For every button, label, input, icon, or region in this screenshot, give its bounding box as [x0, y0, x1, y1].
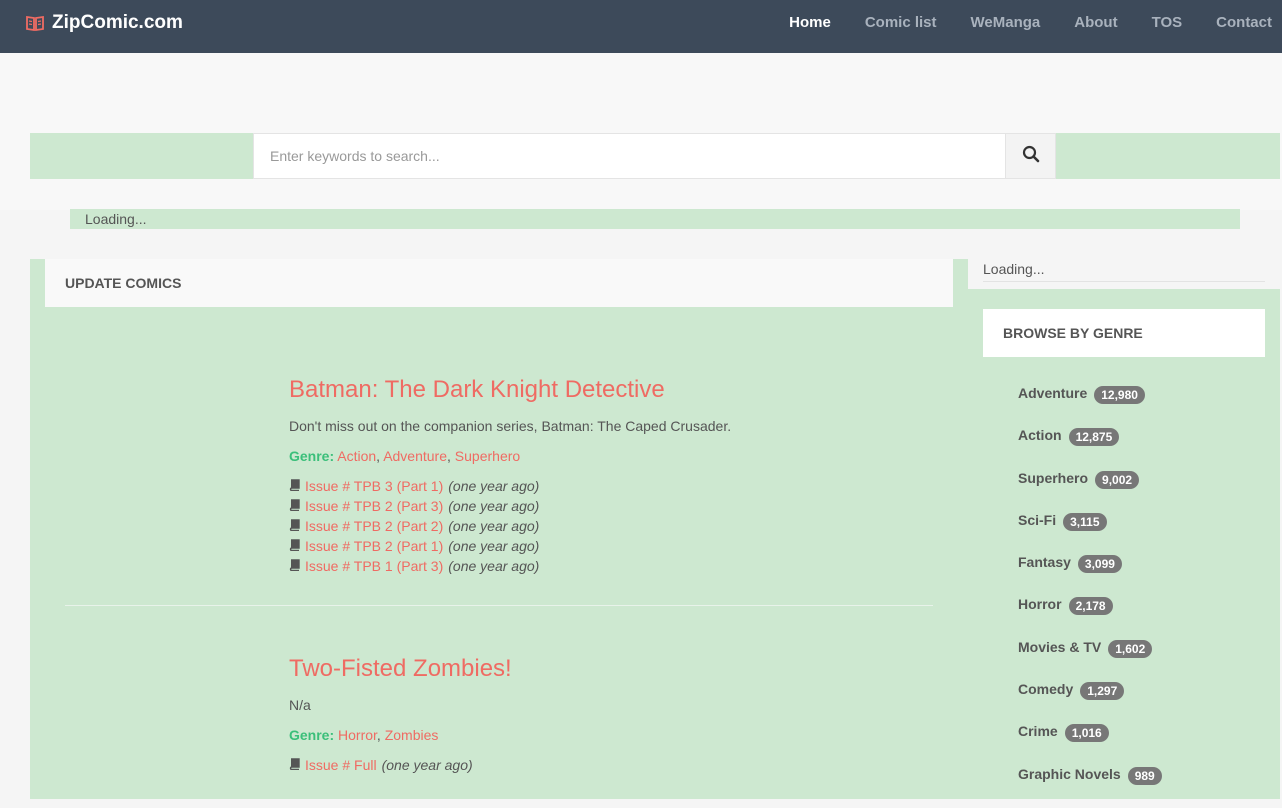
comic-description: N/a — [289, 697, 311, 713]
genre-link-zombies[interactable]: Zombies — [385, 727, 439, 743]
count-badge: 1,602 — [1108, 639, 1153, 658]
genre-item-movies-tv[interactable]: Movies & TV 1,602 — [1018, 639, 1162, 681]
issue-link[interactable]: Issue # TPB 2 (Part 3) — [305, 496, 443, 516]
nav-link-tos[interactable]: TOS — [1152, 14, 1183, 31]
issue-link[interactable]: Issue # TPB 1 (Part 3) — [305, 556, 443, 576]
count-badge: 3,099 — [1077, 555, 1122, 574]
genre-link-adventure[interactable]: Adventure — [383, 448, 447, 464]
genre-item-horror[interactable]: Horror 2,178 — [1018, 596, 1162, 638]
issue-row: Issue # TPB 2 (Part 1) (one year ago) — [289, 536, 731, 556]
count-badge: 3,115 — [1063, 512, 1107, 531]
nav-link-home[interactable]: Home — [789, 14, 831, 31]
genre-name: Crime — [1018, 723, 1058, 740]
issue-link[interactable]: Issue # TPB 3 (Part 1) — [305, 476, 443, 496]
genre-item-adventure[interactable]: Adventure 12,980 — [1018, 385, 1162, 427]
count-badge: 2,178 — [1068, 597, 1113, 616]
genre-name: Action — [1018, 427, 1062, 444]
issue-time: (one year ago) — [448, 498, 540, 514]
issue-link[interactable]: Issue # Full — [305, 755, 377, 775]
genre-item-comedy[interactable]: Comedy 1,297 — [1018, 681, 1162, 723]
issue-time: (one year ago) — [448, 518, 540, 534]
top-navbar: ZipComic.com Home Comic list WeManga Abo… — [0, 0, 1282, 53]
count-badge: 1,016 — [1064, 724, 1109, 743]
issue-row: Issue # TPB 2 (Part 2) (one year ago) — [289, 516, 731, 536]
issue-time: (one year ago) — [448, 478, 540, 494]
genre-label: Genre: — [289, 727, 335, 743]
genre-name: Adventure — [1018, 385, 1088, 401]
loading-bar: Loading... — [70, 209, 1240, 229]
genre-name: Fantasy — [1018, 554, 1071, 571]
sidebar-genre-title: BROWSE BY GENRE — [983, 309, 1265, 357]
genre-label: Genre: — [289, 448, 335, 464]
issue-list: Issue # TPB 3 (Part 1) (one year ago) Is… — [289, 476, 731, 576]
section-title-update-comics: UPDATE COMICS — [45, 259, 953, 307]
comic-entry: Batman: The Dark Knight Detective Don't … — [289, 376, 731, 576]
comic-divider — [65, 605, 933, 606]
count-badge: 9,002 — [1095, 470, 1140, 489]
book-icon — [289, 516, 300, 536]
genre-name: Sci-Fi — [1018, 511, 1057, 528]
brand-name: ZipComic.com — [52, 12, 183, 33]
genre-link-action[interactable]: Action — [337, 448, 376, 464]
issue-row: Issue # TPB 3 (Part 1) (one year ago) — [289, 476, 731, 496]
genre-list: Adventure 12,980 Action 12,875 Superhero 9,… — [1018, 385, 1162, 808]
genre-name: Superhero — [1018, 469, 1089, 486]
comic-entry: Two-Fisted Zombies! N/a Genre: Horror, Z… — [289, 655, 512, 775]
comic-title-link[interactable]: Batman: The Dark Knight Detective — [289, 376, 731, 404]
book-icon — [26, 15, 44, 31]
nav-link-contact[interactable]: Contact — [1216, 14, 1272, 31]
genre-item-superhero[interactable]: Superhero 9,002 — [1018, 470, 1162, 512]
issue-list: Issue # Full (one year ago) — [289, 755, 512, 775]
nav-link-wemanga[interactable]: WeManga — [971, 14, 1041, 31]
issue-row: Issue # TPB 2 (Part 3) (one year ago) — [289, 496, 731, 516]
issue-time: (one year ago) — [448, 558, 540, 574]
genre-name: Graphic Novels — [1018, 765, 1121, 782]
issue-row: Issue # Full (one year ago) — [289, 755, 512, 775]
genre-item-crime[interactable]: Crime 1,016 — [1018, 723, 1162, 765]
count-badge: 1,297 — [1080, 682, 1125, 701]
comic-description: Don't miss out on the companion series, … — [289, 418, 732, 434]
issue-time: (one year ago) — [448, 538, 540, 554]
comic-title-link[interactable]: Two-Fisted Zombies! — [289, 655, 512, 683]
main-content: UPDATE COMICS Batman: The Dark Knight De… — [30, 259, 968, 799]
count-badge: 12,980 — [1094, 386, 1145, 404]
genre-item-action[interactable]: Action 12,875 — [1018, 427, 1162, 469]
issue-link[interactable]: Issue # TPB 2 (Part 1) — [305, 536, 443, 556]
count-badge: 12,875 — [1068, 428, 1120, 447]
brand-logo-link[interactable]: ZipComic.com — [26, 11, 183, 35]
book-icon — [289, 496, 300, 516]
genre-name: Comedy — [1018, 681, 1074, 698]
sidebar-loading: Loading... — [983, 259, 1265, 282]
search-icon — [1022, 145, 1040, 168]
nav-menu: Home Comic list WeManga About TOS Contac… — [789, 0, 1282, 45]
issue-time: (one year ago) — [381, 757, 473, 773]
issue-row: Issue # TPB 1 (Part 3) (one year ago) — [289, 556, 731, 576]
comic-genre-line: Genre: Horror, Zombies — [289, 727, 439, 743]
sidebar-genre-panel: BROWSE BY GENRE Adventure 12,980 Action 12… — [968, 289, 1280, 799]
count-badge: 989 — [1127, 766, 1162, 785]
search-button[interactable] — [1005, 133, 1056, 179]
book-icon — [289, 556, 300, 576]
genre-item-sci-fi[interactable]: Sci-Fi 3,115 — [1018, 512, 1162, 554]
genre-name: Movies & TV — [1018, 638, 1102, 655]
genre-item-fantasy[interactable]: Fantasy 3,099 — [1018, 554, 1162, 596]
header-band — [0, 53, 1282, 210]
book-icon — [289, 476, 300, 496]
genre-link-superhero[interactable]: Superhero — [455, 448, 520, 464]
nav-link-about[interactable]: About — [1074, 14, 1117, 31]
nav-link-comic-list[interactable]: Comic list — [865, 14, 937, 31]
comic-genre-line: Genre: Action, Adventure, Superhero — [289, 448, 521, 464]
book-icon — [289, 755, 300, 775]
search-input[interactable] — [253, 133, 1005, 179]
genre-link-horror[interactable]: Horror — [338, 727, 377, 743]
book-icon — [289, 536, 300, 556]
genre-name: Horror — [1018, 596, 1062, 613]
issue-link[interactable]: Issue # TPB 2 (Part 2) — [305, 516, 443, 536]
genre-item-graphic-novels[interactable]: Graphic Novels 989 — [1018, 766, 1162, 808]
